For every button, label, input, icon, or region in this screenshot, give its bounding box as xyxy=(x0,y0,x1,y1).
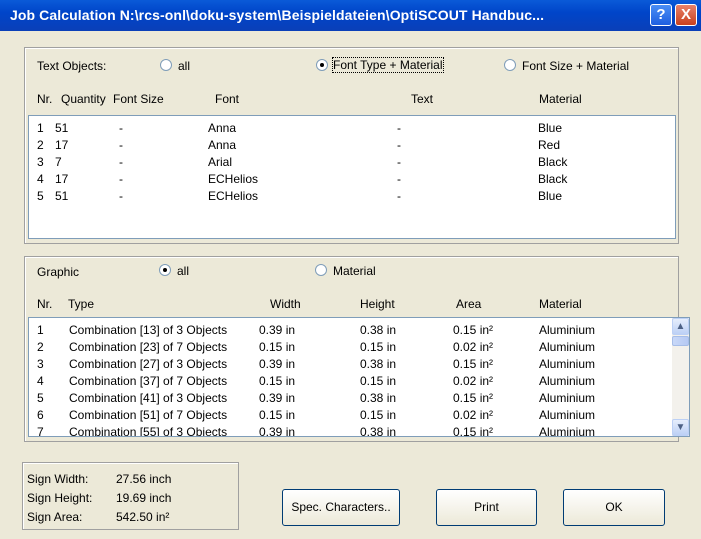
col-material: Material xyxy=(539,92,582,106)
sign-height-value: 19.69 inch xyxy=(116,491,172,505)
table-row[interactable]: 3 7 - Arial - Black xyxy=(29,154,675,171)
radio-font-type-material-label[interactable]: Font Type + Material xyxy=(332,57,444,73)
radio-text-all-label[interactable]: all xyxy=(178,59,190,73)
table-row[interactable]: 1 51 - Anna - Blue xyxy=(29,120,675,137)
print-button[interactable]: Print xyxy=(436,489,537,526)
table-row[interactable]: 6 Combination [51] of 7 Objects 0.15 in … xyxy=(29,407,689,424)
col-nr: Nr. xyxy=(37,92,53,106)
radio-graphic-all-label[interactable]: all xyxy=(177,264,189,278)
scroll-thumb[interactable] xyxy=(672,336,689,346)
text-objects-label: Text Objects: xyxy=(37,59,107,73)
window-title: Job Calculation N:\rcs-onl\doku-system\B… xyxy=(10,7,545,23)
col-nr: Nr. xyxy=(37,297,53,311)
sign-area-value: 542.50 in² xyxy=(116,510,170,524)
scroll-up-icon[interactable]: ▲ xyxy=(672,318,689,335)
radio-graphic-material[interactable] xyxy=(315,264,327,276)
col-type: Type xyxy=(68,297,95,311)
col-text: Text xyxy=(411,92,434,106)
radio-font-size-material-label[interactable]: Font Size + Material xyxy=(522,59,629,73)
spec-characters-button[interactable]: Spec. Characters.. xyxy=(282,489,400,526)
radio-font-size-material[interactable] xyxy=(504,59,516,71)
col-font-size: Font Size xyxy=(113,92,164,106)
table-row[interactable]: 4 Combination [37] of 7 Objects 0.15 in … xyxy=(29,373,689,390)
text-objects-list[interactable]: 1 51 - Anna - Blue 2 17 - Anna - Red 3 7… xyxy=(28,115,676,239)
sign-width-value: 27.56 inch xyxy=(116,472,172,486)
scroll-down-icon[interactable]: ▼ xyxy=(672,419,689,436)
graphic-label: Graphic xyxy=(37,265,80,279)
table-row[interactable]: 2 17 - Anna - Red xyxy=(29,137,675,154)
table-row[interactable]: 5 51 - ECHelios - Blue xyxy=(29,188,675,205)
title-bar: Job Calculation N:\rcs-onl\doku-system\B… xyxy=(0,0,701,31)
table-row[interactable]: 2 Combination [23] of 7 Objects 0.15 in … xyxy=(29,339,689,356)
sign-area-label: Sign Area: xyxy=(27,510,83,524)
col-material: Material xyxy=(539,297,582,311)
table-row[interactable]: 4 17 - ECHelios - Black xyxy=(29,171,675,188)
table-row[interactable]: 7 Combination [55] of 3 Objects 0.39 in … xyxy=(29,424,689,436)
table-row[interactable]: 5 Combination [41] of 3 Objects 0.39 in … xyxy=(29,390,689,407)
table-row[interactable]: 1 Combination [13] of 3 Objects 0.39 in … xyxy=(29,322,689,339)
help-button[interactable]: ? xyxy=(650,4,672,26)
graphic-list-scrollbar[interactable]: ▲ ▼ xyxy=(672,318,689,436)
col-width: Width xyxy=(270,297,301,311)
radio-font-type-material[interactable] xyxy=(316,59,328,71)
radio-text-all[interactable] xyxy=(160,59,172,71)
col-quantity: Quantity xyxy=(61,92,106,106)
col-area: Area xyxy=(456,297,482,311)
sign-width-label: Sign Width: xyxy=(27,472,89,486)
graphic-list[interactable]: 1 Combination [13] of 3 Objects 0.39 in … xyxy=(28,317,690,437)
col-font: Font xyxy=(215,92,240,106)
ok-button[interactable]: OK xyxy=(563,489,665,526)
table-row[interactable]: 3 Combination [27] of 3 Objects 0.39 in … xyxy=(29,356,689,373)
col-height: Height xyxy=(360,297,395,311)
close-button[interactable]: X xyxy=(675,4,697,26)
radio-graphic-material-label[interactable]: Material xyxy=(333,264,376,278)
radio-graphic-all[interactable] xyxy=(159,264,171,276)
sign-height-label: Sign Height: xyxy=(27,491,93,505)
